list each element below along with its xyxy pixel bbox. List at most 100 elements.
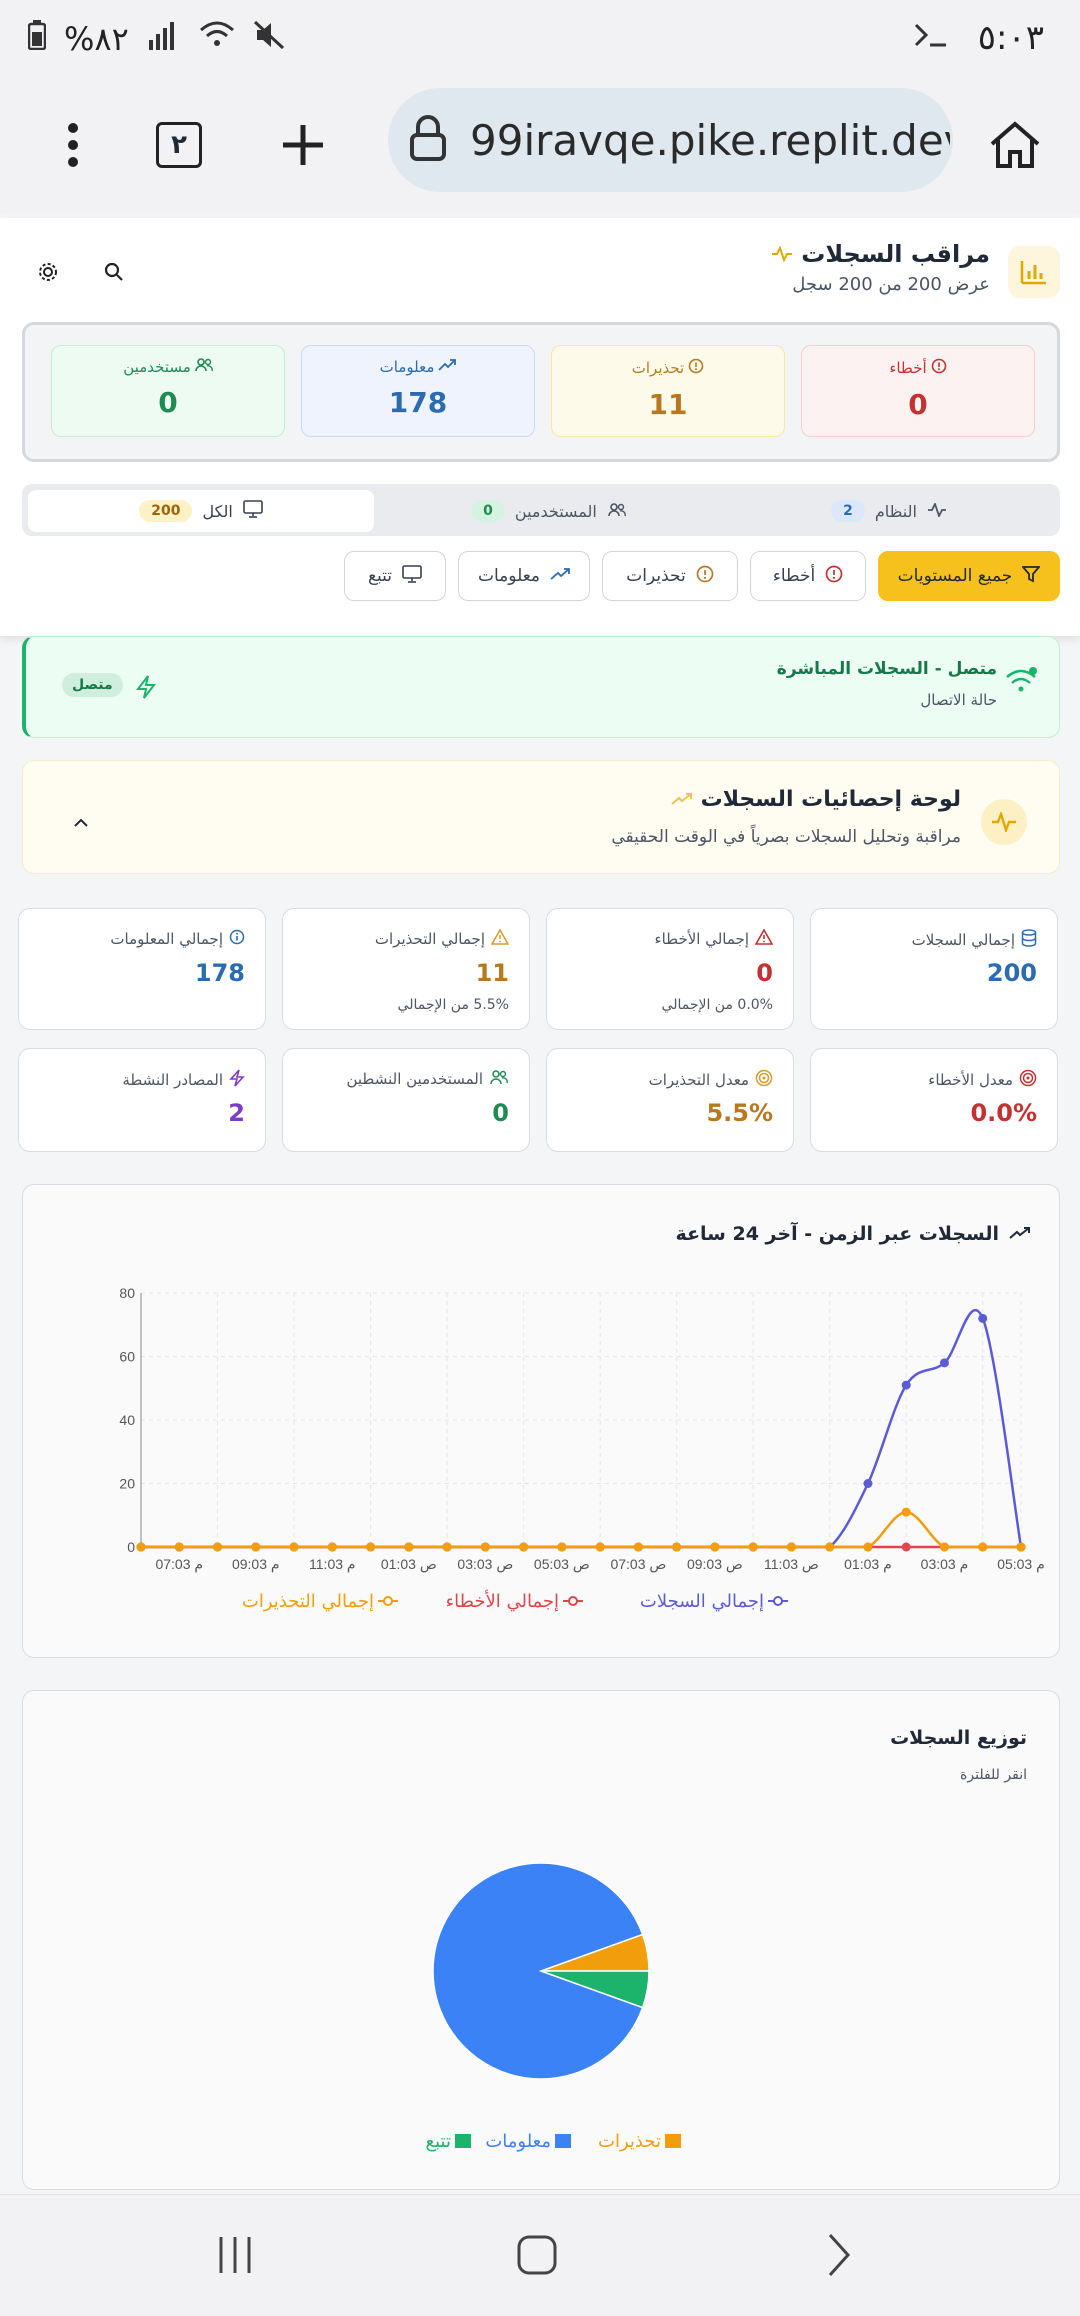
filter-all-levels-button[interactable]: جميع المستويات xyxy=(878,551,1060,601)
stat-value: 200 xyxy=(986,959,1037,987)
gear-icon[interactable] xyxy=(30,254,66,290)
filter-warnings-button[interactable]: تحذيرات xyxy=(602,551,738,601)
data-point xyxy=(213,1542,223,1552)
recent-apps-icon[interactable] xyxy=(200,2225,270,2285)
x-tick-label: 01:03 ص xyxy=(381,1556,437,1573)
home-nav-icon[interactable] xyxy=(502,2225,572,2285)
activity-icon xyxy=(981,799,1027,845)
source-tabs: النظام 2 المستخدمين 0 الكل 200 xyxy=(22,484,1060,536)
data-point xyxy=(442,1542,452,1552)
info-icon xyxy=(229,929,245,949)
data-point xyxy=(519,1542,529,1552)
data-point xyxy=(174,1542,184,1552)
data-point xyxy=(672,1542,682,1552)
series-line-2 xyxy=(140,1510,1021,1549)
mute-icon xyxy=(253,20,285,58)
pie-chart[interactable]: تحذيرات معلومات تتبع xyxy=(23,1691,1061,2191)
tab-users-count: 0 xyxy=(471,500,505,522)
activity-icon xyxy=(771,240,793,268)
warning-count-label: تحذيرات xyxy=(631,359,685,377)
monitor-icon xyxy=(402,564,422,588)
stat-note: 5.5% من الإجمالي xyxy=(397,997,509,1013)
tab-users-label: المستخدمين xyxy=(514,501,597,521)
x-tick-label: 09:03 م xyxy=(232,1556,280,1573)
info-count-card[interactable]: معلومات 178 xyxy=(301,345,535,437)
stat-card-error-rate: معدل الأخطاء 0.0% xyxy=(810,1048,1058,1152)
level-filters: جميع المستويات أخطاء تحذيرات معلومات تتب… xyxy=(22,551,1060,601)
info-count-value: 178 xyxy=(388,386,448,419)
filter-trace-button[interactable]: تتبع xyxy=(344,551,446,601)
stat-value: 2 xyxy=(228,1099,245,1127)
data-point xyxy=(939,1358,949,1368)
x-tick-label: 07:03 ص xyxy=(610,1556,666,1573)
filter-info-button[interactable]: معلومات xyxy=(458,551,590,601)
legend-swatch xyxy=(665,2134,681,2148)
connection-status-badge: متصل xyxy=(62,673,123,697)
x-tick-label: 11:03 ص xyxy=(764,1556,819,1573)
wifi-icon xyxy=(1005,667,1037,699)
stat-value: 5.5% xyxy=(706,1099,773,1127)
monitor-icon xyxy=(242,500,263,522)
clock: ٥:٠٣ xyxy=(977,18,1044,58)
home-icon[interactable] xyxy=(980,110,1050,180)
stat-card-warning-rate: معدل التحذيرات 5.5% xyxy=(546,1048,794,1152)
tab-users[interactable]: المستخدمين 0 xyxy=(384,490,714,532)
legend-marker xyxy=(383,1596,393,1606)
warning-count-value: 11 xyxy=(648,388,688,421)
error-count-value: 0 xyxy=(908,388,928,421)
system-nav-bar xyxy=(0,2194,1080,2316)
zap-icon xyxy=(135,675,157,703)
stat-card-total-logs: إجمالي السجلات 200 xyxy=(810,908,1058,1030)
data-point xyxy=(289,1542,299,1552)
tab-system-count: 2 xyxy=(831,500,865,522)
tabs-button[interactable]: ٢ xyxy=(144,110,214,180)
data-point xyxy=(327,1542,337,1552)
filter-errors-button[interactable]: أخطاء xyxy=(750,551,866,601)
stat-value: 0 xyxy=(492,1099,509,1127)
search-icon[interactable] xyxy=(96,254,132,290)
stats-panel-subtitle: مراقبة وتحليل السجلات بصرياً في الوقت ال… xyxy=(611,827,961,847)
battery-level: %٨٢ xyxy=(64,20,129,58)
data-point xyxy=(633,1542,643,1552)
tab-all-count: 200 xyxy=(139,500,193,522)
stat-value: 0.0% xyxy=(970,1099,1037,1127)
status-bar: %٨٢ ٥:٠٣ xyxy=(0,0,1080,80)
data-point xyxy=(939,1542,949,1552)
legend-swatch xyxy=(555,2134,571,2148)
stat-card-active-users: المستخدمين النشطين 0 xyxy=(282,1048,530,1152)
warning-count-card[interactable]: تحذيرات 11 xyxy=(551,345,785,437)
stat-note: 0.0% من الإجمالي xyxy=(661,997,773,1013)
tab-system-label: النظام xyxy=(874,501,917,521)
new-tab-icon[interactable] xyxy=(268,110,338,180)
tab-all[interactable]: الكل 200 xyxy=(28,490,374,532)
data-point xyxy=(978,1542,988,1552)
users-count-card[interactable]: مستخدمين 0 xyxy=(51,345,285,437)
line-chart[interactable]: 0 20 40 60 80 07:03 م 09:03 م 11:03 م 01:03 ص 03:… xyxy=(23,1185,1061,1659)
data-point xyxy=(863,1479,873,1488)
data-point xyxy=(404,1542,414,1552)
warning-circle-icon xyxy=(688,358,704,378)
users-icon xyxy=(489,1069,509,1089)
data-point xyxy=(748,1542,758,1552)
x-tick-label: 05:03 ص xyxy=(534,1556,590,1573)
legend-label: إجمالي السجلات xyxy=(640,1591,764,1612)
tab-system[interactable]: النظام 2 xyxy=(724,490,1054,532)
back-icon[interactable] xyxy=(804,2225,874,2285)
connection-title: متصل - السجلات المباشرة xyxy=(776,659,997,679)
y-tick-label: 0 xyxy=(127,1539,135,1555)
stat-card-total-info: إجمالي المعلومات 178 xyxy=(18,908,266,1030)
y-tick-label: 60 xyxy=(119,1349,135,1365)
alert-circle-icon xyxy=(931,358,947,378)
legend-marker xyxy=(568,1596,578,1606)
data-point xyxy=(901,1380,911,1390)
page-title: مراقب السجلات xyxy=(771,240,990,268)
error-count-card[interactable]: أخطاء 0 xyxy=(801,345,1035,437)
trending-up-icon xyxy=(671,787,693,812)
more-menu-icon[interactable] xyxy=(38,110,108,180)
chevron-up-icon[interactable] xyxy=(73,813,89,832)
warning-circle-icon xyxy=(696,565,714,588)
x-tick-label: 03:03 م xyxy=(921,1556,969,1573)
x-tick-label: 01:03 م xyxy=(844,1556,892,1573)
alert-circle-icon xyxy=(825,565,843,588)
address-bar[interactable]: 99iravqe.pike.replit.dev xyxy=(388,88,953,192)
